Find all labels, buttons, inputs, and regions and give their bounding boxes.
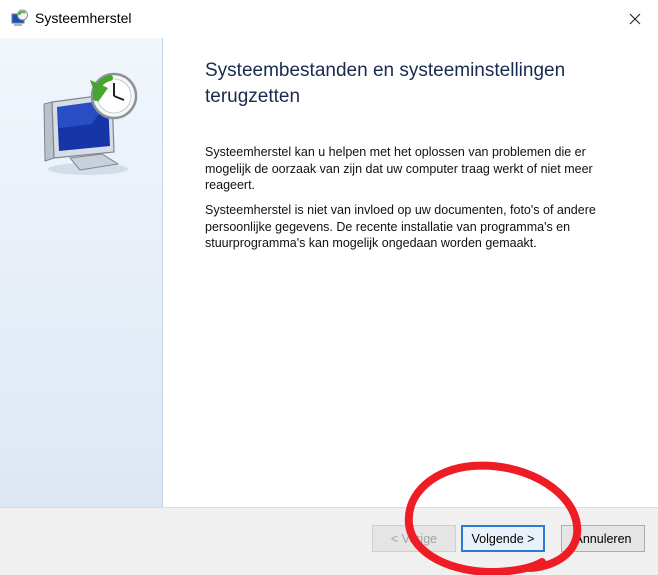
button-bar: < Vorige Volgende > Annuleren	[0, 507, 658, 575]
description-paragraph-1: Systeemherstel kan u helpen met het oplo…	[205, 145, 593, 192]
page-title-line-2: terugzetten	[205, 86, 301, 107]
close-button[interactable]	[612, 0, 658, 38]
cancel-button[interactable]: Annuleren	[561, 525, 645, 552]
sidebar-panel	[0, 38, 163, 507]
main-content: Systeembestanden en systeeminstellingen …	[163, 38, 658, 507]
system-restore-icon	[43, 72, 138, 175]
page-title-line-1: Systeembestanden en systeeminstellingen	[205, 60, 566, 81]
system-restore-icon	[11, 9, 28, 26]
close-icon	[629, 13, 641, 25]
title-bar: Systeemherstel	[0, 0, 658, 38]
back-button[interactable]: < Vorige	[372, 525, 456, 552]
page-title: Systeembestanden en systeeminstellingen …	[205, 58, 635, 110]
window-title: Systeemherstel	[35, 10, 132, 26]
next-button[interactable]: Volgende >	[461, 525, 545, 552]
description-paragraph-2: Systeemherstel is niet van invloed op uw…	[205, 203, 596, 250]
